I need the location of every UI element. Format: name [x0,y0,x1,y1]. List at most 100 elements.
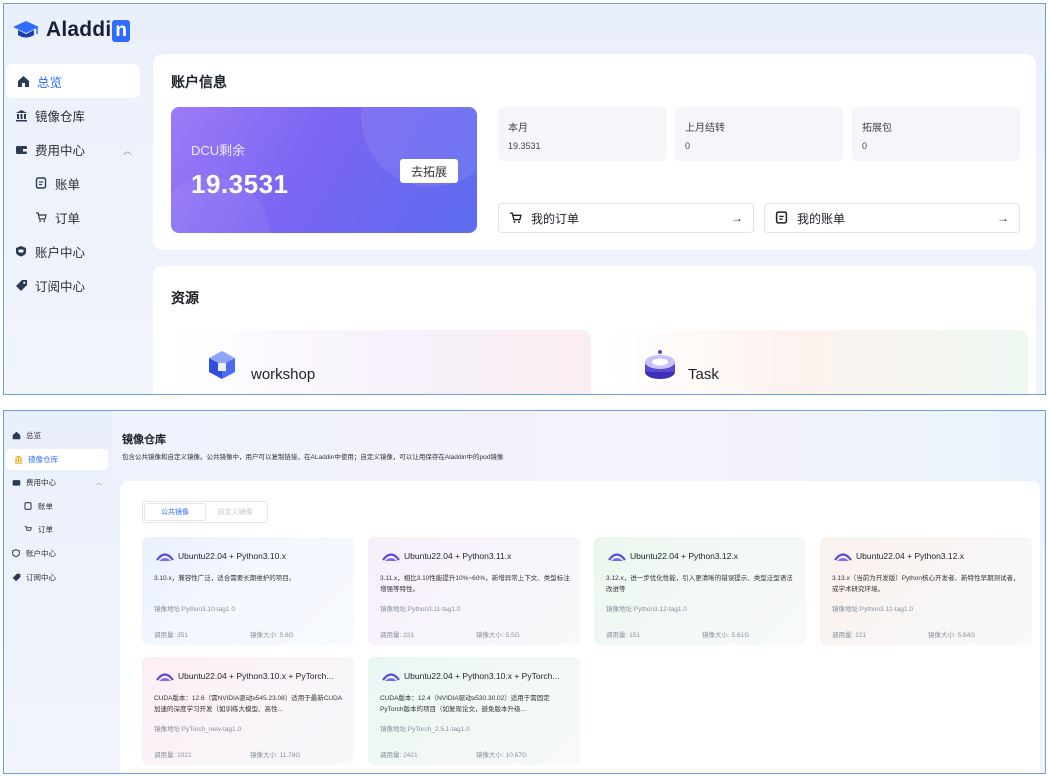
sidebar-item-label: 订阅中心 [26,572,56,582]
resource-workshop[interactable]: workshop [171,330,591,394]
tab-public-images[interactable]: 公共镜像 [145,504,205,520]
repo-icon [14,455,23,464]
sidebar-item-image-repo[interactable]: 镜像仓库 [4,98,144,132]
page-description: 包含公共镜像和自定义镜像。公共镜像中，用户可以复制链接，在ALaddin中使用；… [122,454,504,461]
expand-button[interactable]: 去拓展 [400,159,458,183]
arrow-right-icon: → [731,211,743,225]
image-card[interactable]: Ubuntu22.04 + Python3.10.x 3.10.x，兼容性广泛，… [142,537,354,645]
sidebar-item-account-center[interactable]: 账户中心 [4,543,112,564]
image-card[interactable]: Ubuntu22.04 + Python3.10.x + PyTorch... … [142,657,354,765]
my-bills-link[interactable]: 我的账单 → [764,203,1020,233]
sidebar: 总览 镜像仓库 费用中心 ︿ 账单 订单 账户中心 订阅中心 [4,64,144,302]
sidebar-item-subscription-center[interactable]: 订阅中心 [4,567,112,588]
sidebar-item-label: 账单 [55,177,81,192]
app-name: Aladdi n [46,18,131,42]
image-usage: 调用量: 151 [606,632,640,639]
page-title: 镜像仓库 [122,434,166,446]
image-title: Ubuntu22.04 + Python3.12.x [630,551,738,561]
tab-custom-images[interactable]: 自定义镜像 [205,504,265,520]
image-address[interactable]: 镜像地址:Python3.10-tag1.0 [154,603,235,613]
sidebar-item-orders[interactable]: 订单 [4,519,112,540]
home-icon [16,74,30,88]
workshop-icon [209,351,235,379]
image-title: Ubuntu22.04 + Python3.10.x + PyTorch... [178,671,334,681]
sidebar-item-overview[interactable]: 总览 [4,425,112,446]
image-card[interactable]: Ubuntu22.04 + Python3.11.x 3.11.x，相比3.10… [368,537,580,645]
stat-expansion-pack: 拓展包 0 [852,107,1020,161]
chevron-up-icon[interactable]: ︿ [96,478,102,487]
image-size: 镜像大小: 5.61G [702,632,750,639]
cart-icon [34,210,48,224]
my-orders-link[interactable]: 我的订单 → [498,203,754,233]
image-logo-icon [608,553,626,561]
image-address[interactable]: 镜像地址:PyTorch_2.5.1-tag1.0 [380,723,470,733]
account-icon [12,549,21,558]
sidebar-item-bills[interactable]: 账单 [4,166,144,200]
sidebar-item-orders[interactable]: 订单 [4,200,144,234]
image-title: Ubuntu22.04 + Python3.10.x [178,551,286,561]
image-description: 3.13.x（当前为开发版）Python核心开发者、新特性早期测试者，或学术研究… [832,575,1020,593]
image-size: 镜像大小: 5.6G [250,632,294,639]
my-orders-label: 我的订单 [531,211,580,226]
resource-task[interactable]: Task [608,330,1028,394]
sidebar-item-label: 订单 [55,211,81,226]
image-list-container: 公共镜像 自定义镜像 Ubuntu22.04 + Python3.10.x 3.… [120,481,1040,773]
stat-value: 0 [685,141,691,151]
app-logo[interactable]: Aladdi n [12,18,131,42]
image-address[interactable]: 镜像地址:Python3.12-tag1.0 [832,603,913,613]
image-logo-icon [156,673,174,681]
wallet-icon [12,478,21,487]
dashboard-screenshot: Aladdi n 总览 镜像仓库 费用中心 ︿ 账单 订单 账户中心 订阅中心 … [3,3,1046,395]
image-card[interactable]: Ubuntu22.04 + Python3.12.x 3.13.x（当前为开发版… [820,537,1032,645]
image-address[interactable]: 镜像地址:Python3.12-tag1.0 [606,603,687,613]
task-icon [645,350,675,379]
image-address[interactable]: 镜像地址:PyTorch_new-tag1.0 [154,723,241,733]
resources-card: 资源 workshop Task [153,266,1036,394]
sidebar-item-label: 镜像仓库 [35,109,86,124]
image-address[interactable]: 镜像地址:Python3.11-tag1.0 [380,603,460,613]
stat-this-month: 本月 19.3531 [498,107,666,161]
image-usage: 调用量: 351 [154,632,188,639]
sidebar-item-label: 账单 [38,501,53,511]
sidebar-item-subscription-center[interactable]: 订阅中心 [4,268,144,302]
image-card[interactable]: Ubuntu22.04 + Python3.10.x + PyTorch... … [368,657,580,765]
account-info-title: 账户信息 [171,74,227,90]
stat-value: 0 [862,141,868,151]
bill-icon [24,501,33,511]
image-description: CUDA版本：12.6（需NVIDIA驱动≥545.23.08）适用于最新CUD… [154,695,343,713]
sidebar-item-bills[interactable]: 账单 [4,496,112,517]
my-bills-label: 我的账单 [797,211,846,226]
chevron-up-icon[interactable]: ︿ [123,144,132,157]
sidebar-item-label: 订阅中心 [35,279,86,294]
resources-title: 资源 [171,290,199,306]
image-title: Ubuntu22.04 + Python3.12.x [856,551,964,561]
account-icon [14,244,28,258]
logo-mark: n [112,20,131,42]
wallet-icon [14,142,28,156]
stat-last-month-carryover: 上月结转 0 [675,107,843,161]
dcu-value: 19.3531 [191,169,289,199]
sidebar-item-account-center[interactable]: 账户中心 [4,234,144,268]
image-size: 镜像大小: 5.5G [476,632,520,639]
dcu-label: DCU剩余 [191,143,246,158]
stat-label: 拓展包 [862,123,892,134]
sidebar-item-image-repo[interactable]: 镜像仓库 [6,448,108,470]
resource-name: workshop [251,366,316,383]
image-logo-icon [834,553,852,561]
image-logo-icon [382,553,400,561]
sidebar-item-billing-center[interactable]: 费用中心 ︿ [4,472,112,493]
image-card[interactable]: Ubuntu22.04 + Python3.12.x 3.12.x，进一步优化性… [594,537,806,645]
sidebar-item-billing-center[interactable]: 费用中心 ︿ [4,132,144,166]
tag-icon [12,573,21,582]
image-logo-icon [156,553,174,561]
resource-name: Task [688,366,719,383]
image-description: 3.10.x，兼容性广泛，适合需要长期维护的项目。 [154,575,296,582]
image-type-tabs: 公共镜像 自定义镜像 [142,501,268,523]
sidebar-item-overview[interactable]: 总览 [6,64,140,98]
cart-icon [24,525,33,534]
dcu-balance-card: DCU剩余 19.3531 去拓展 [171,107,477,233]
image-size: 镜像大小: 10.67G [476,752,527,759]
image-description: CUDA版本：12.4（NVIDIA驱动≥530.30.02）适用于需固定PyT… [380,695,550,713]
stat-value: 19.3531 [508,141,541,151]
image-repo-screenshot: 总览 镜像仓库 费用中心 ︿ 账单 订单 账户中心 订阅中心 镜像仓库 包含公共… [3,410,1046,774]
